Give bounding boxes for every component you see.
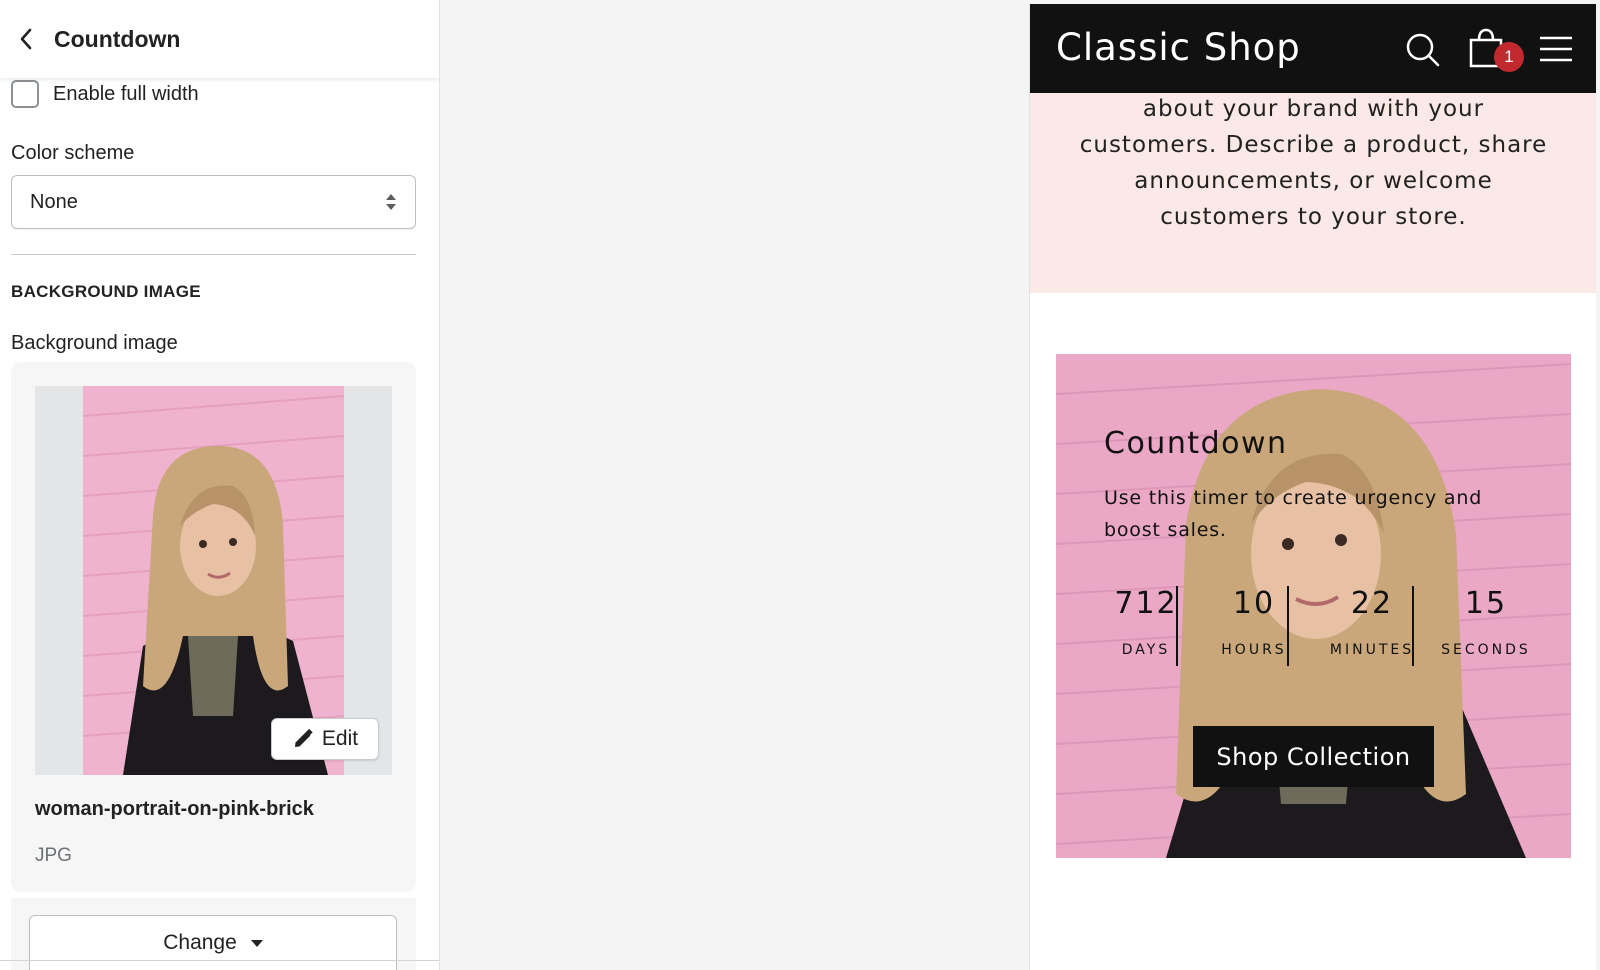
timer-minutes-label: MINUTES	[1329, 642, 1415, 658]
timer-hours: 10 HOURS	[1204, 586, 1304, 658]
change-label: Change	[163, 931, 237, 954]
timer-hours-label: HOURS	[1221, 642, 1287, 658]
shop-collection-button[interactable]: Shop Collection	[1193, 726, 1434, 787]
chevron-left-icon	[20, 28, 32, 50]
store-header: Classic Shop 1	[1030, 4, 1596, 93]
timer-separator	[1287, 586, 1289, 666]
timer-seconds: 15 SECONDS	[1436, 586, 1536, 658]
countdown-section: Countdown Use this timer to create urgen…	[1056, 354, 1571, 858]
edit-image-button[interactable]: Edit	[271, 718, 379, 760]
cart-count-badge: 1	[1494, 42, 1524, 72]
file-name: woman-portrait-on-pink-brick	[35, 798, 314, 820]
timer-separator	[1176, 586, 1178, 666]
full-width-checkbox[interactable]	[11, 80, 39, 108]
panel-bottom-border	[0, 960, 439, 961]
full-width-label: Enable full width	[53, 82, 199, 105]
timer-days: 712 DAYS	[1096, 586, 1196, 658]
background-image-thumbnail[interactable]	[83, 386, 344, 775]
store-logo[interactable]: Classic Shop	[1056, 26, 1301, 69]
color-scheme-label: Color scheme	[11, 142, 135, 164]
color-scheme-value: None	[30, 190, 78, 213]
timer-separator	[1412, 586, 1414, 666]
edit-label: Edit	[321, 727, 359, 750]
countdown-title: Countdown	[1104, 426, 1288, 461]
rich-text-body: about your brand with your customers. De…	[1079, 96, 1548, 230]
image-card: Edit woman-portrait-on-pink-brick JPG	[11, 362, 416, 892]
pencil-icon	[294, 728, 313, 747]
timer-hours-value: 10	[1232, 586, 1276, 621]
file-type: JPG	[35, 845, 72, 866]
settings-panel: Countdown Enable full width Color scheme…	[0, 0, 440, 970]
caret-down-icon	[250, 939, 263, 947]
store-preview: Classic Shop 1 about your brand with you…	[1029, 4, 1596, 970]
timer-minutes-value: 22	[1350, 586, 1394, 621]
countdown-timer: 712 DAYS 10 HOURS 22 MINUTES 15 SECONDS	[1096, 586, 1536, 670]
panel-title: Countdown	[54, 25, 181, 52]
background-image-label: Background image	[11, 332, 178, 354]
portrait-image	[83, 386, 344, 775]
panel-header: Countdown	[0, 0, 439, 78]
rich-text-section: about your brand with your customers. De…	[1030, 93, 1596, 293]
timer-seconds-label: SECONDS	[1441, 642, 1531, 658]
countdown-description: Use this timer to create urgency and boo…	[1104, 487, 1483, 541]
timer-days-value: 712	[1114, 586, 1178, 621]
change-image-button[interactable]: Change	[29, 915, 397, 970]
full-width-option[interactable]: Enable full width	[11, 80, 199, 108]
color-scheme-select[interactable]: None	[11, 175, 416, 229]
timer-days-label: DAYS	[1121, 642, 1171, 658]
back-button[interactable]	[4, 17, 48, 61]
select-arrows-icon	[386, 194, 396, 210]
timer-minutes: 22 MINUTES	[1322, 586, 1422, 658]
divider	[11, 254, 416, 255]
timer-seconds-value: 15	[1464, 586, 1508, 621]
search-icon[interactable]	[1403, 30, 1443, 70]
section-heading: BACKGROUND IMAGE	[11, 282, 201, 301]
hamburger-menu-icon[interactable]	[1538, 34, 1574, 64]
